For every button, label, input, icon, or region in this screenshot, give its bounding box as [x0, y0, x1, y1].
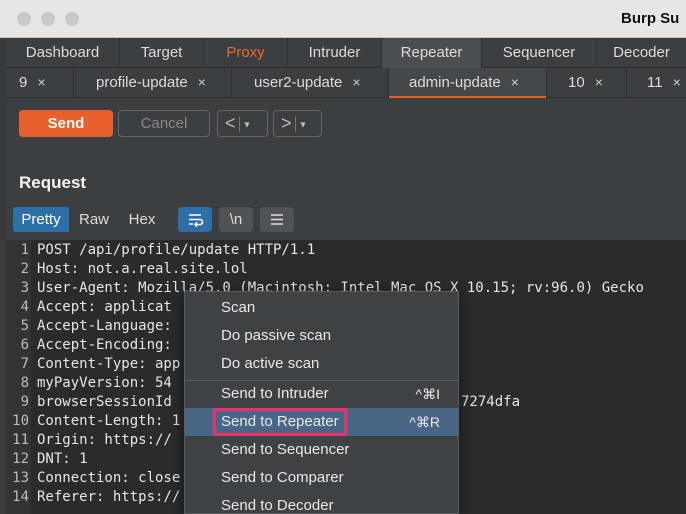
- close-tab-icon[interactable]: ×: [673, 74, 681, 90]
- line-number: 7: [20, 356, 29, 372]
- hamburger-menu-icon: [271, 214, 283, 225]
- tab-dashboard[interactable]: Dashboard: [6, 38, 120, 68]
- line-number: 10: [12, 413, 29, 429]
- code-line: Host: not.a.real.site.lol: [37, 261, 248, 277]
- repeater-tab[interactable]: 9 ×: [6, 68, 74, 98]
- context-menu: Scan Do passive scan Do active scan Send…: [184, 291, 459, 514]
- menu-shortcut: ^⌘I: [415, 386, 440, 402]
- menu-item-active-scan[interactable]: Do active scan: [185, 350, 458, 378]
- tab-repeater[interactable]: Repeater: [382, 38, 482, 68]
- line-number: 2: [20, 261, 29, 277]
- line-number: 8: [20, 375, 29, 391]
- window-title: Burp Su: [621, 10, 680, 27]
- menu-item-scan[interactable]: Scan: [185, 294, 458, 322]
- close-tab-icon[interactable]: ×: [511, 74, 519, 90]
- line-number: 11: [12, 432, 29, 448]
- menu-item-passive-scan[interactable]: Do passive scan: [185, 322, 458, 350]
- repeater-tab-label: user2-update: [254, 74, 343, 91]
- next-request-button[interactable]: > ▼: [273, 110, 322, 137]
- line-number: 12: [12, 451, 29, 467]
- menu-item-label: Do active scan: [221, 355, 320, 372]
- repeater-tab-label: admin-update: [409, 74, 501, 91]
- request-title: Request: [19, 173, 87, 192]
- code-line: Accept-Language:: [37, 318, 172, 334]
- tab-sequencer[interactable]: Sequencer: [482, 38, 597, 68]
- repeater-tab[interactable]: profile-update ×: [74, 68, 232, 98]
- line-number-gutter: 1 2 3 4 5 6 7 8 9 10 11 12 13 14: [6, 240, 31, 514]
- word-wrap-icon: [189, 214, 204, 228]
- close-tab-icon[interactable]: ×: [198, 74, 206, 90]
- line-number: 5: [20, 318, 29, 334]
- menu-item-send-to-comparer[interactable]: Send to Comparer: [185, 464, 458, 492]
- previous-request-button[interactable]: < ▼: [217, 110, 268, 137]
- line-number: 6: [20, 337, 29, 353]
- code-line: Referer: https://: [37, 489, 181, 505]
- line-number: 4: [20, 299, 29, 315]
- minimize-window-button[interactable]: [41, 12, 55, 26]
- highlight-annotation-box: [213, 408, 347, 436]
- chevron-left-icon: <: [225, 113, 236, 133]
- repeater-tab[interactable]: 10 ×: [547, 68, 627, 98]
- repeater-tab-active[interactable]: admin-update ×: [389, 68, 547, 98]
- menu-item-send-to-intruder[interactable]: Send to Intruder ^⌘I: [185, 380, 458, 408]
- close-window-button[interactable]: [17, 12, 31, 26]
- dropdown-arrow-icon[interactable]: ▼: [243, 119, 252, 129]
- view-hex-button[interactable]: Hex: [119, 207, 165, 232]
- code-line: Connection: close: [37, 470, 181, 486]
- menu-item-label: Send to Comparer: [221, 469, 344, 486]
- word-wrap-button[interactable]: [178, 207, 212, 232]
- repeater-tab-label: 9: [19, 74, 28, 91]
- repeater-tab-label: 10: [568, 74, 585, 91]
- code-line: Accept-Encoding:: [37, 337, 172, 353]
- show-newlines-button[interactable]: \n: [219, 207, 253, 232]
- line-number: 9: [20, 394, 29, 410]
- menu-item-label: Do passive scan: [221, 327, 332, 344]
- tab-proxy[interactable]: Proxy: [204, 38, 288, 68]
- send-button[interactable]: Send: [19, 110, 113, 137]
- session-id-tail: 7274dfa: [461, 394, 521, 410]
- code-line: Origin: https://: [37, 432, 172, 448]
- code-line: Content-Type: app: [37, 356, 181, 372]
- zoom-window-button[interactable]: [65, 12, 79, 26]
- menu-item-send-to-decoder[interactable]: Send to Decoder: [185, 492, 458, 514]
- repeater-tab-label: 11: [647, 74, 663, 91]
- line-number: 1: [20, 242, 29, 258]
- tab-intruder[interactable]: Intruder: [288, 38, 382, 68]
- menu-item-label: Send to Intruder: [221, 385, 329, 402]
- editor-menu-button[interactable]: [260, 207, 294, 232]
- menu-item-send-to-sequencer[interactable]: Send to Sequencer: [185, 436, 458, 464]
- line-number: 3: [20, 280, 29, 296]
- repeater-tab-label: profile-update: [96, 74, 188, 91]
- title-bar: Burp Su: [0, 0, 686, 38]
- dropdown-arrow-icon[interactable]: ▼: [299, 119, 308, 129]
- line-number: 13: [12, 470, 29, 486]
- close-tab-icon[interactable]: ×: [352, 74, 360, 90]
- chevron-right-icon: >: [281, 113, 292, 133]
- repeater-tab[interactable]: user2-update ×: [232, 68, 389, 98]
- menu-item-label: Scan: [221, 299, 256, 316]
- code-line: Accept: applicat: [37, 299, 172, 315]
- menu-item-label: Send to Sequencer: [221, 441, 350, 458]
- code-line: DNT: 1: [37, 451, 88, 467]
- menu-item-label: Send to Decoder: [221, 497, 334, 514]
- tab-target[interactable]: Target: [120, 38, 204, 68]
- view-pretty-button[interactable]: Pretty: [13, 207, 69, 232]
- repeater-toolbar: Send Cancel < ▼ > ▼: [6, 98, 686, 148]
- view-raw-button[interactable]: Raw: [71, 207, 117, 232]
- repeater-tab[interactable]: 11 ×: [627, 68, 686, 98]
- close-tab-icon[interactable]: ×: [595, 74, 603, 90]
- code-line: browserSessionId: [37, 394, 172, 410]
- line-number: 14: [12, 489, 29, 505]
- tab-decoder[interactable]: Decoder: [597, 38, 686, 68]
- close-tab-icon[interactable]: ×: [37, 74, 45, 90]
- code-line: Content-Length: 1: [37, 413, 181, 429]
- main-tab-bar: Dashboard Target Proxy Intruder Repeater…: [6, 38, 686, 68]
- code-line: POST /api/profile/update HTTP/1.1: [37, 242, 316, 258]
- repeater-tab-bar: 9 × profile-update × user2-update × admin-u…: [6, 68, 686, 98]
- cancel-button[interactable]: Cancel: [118, 110, 210, 137]
- menu-shortcut: ^⌘R: [409, 414, 440, 430]
- code-line: myPayVersion: 54: [37, 375, 172, 391]
